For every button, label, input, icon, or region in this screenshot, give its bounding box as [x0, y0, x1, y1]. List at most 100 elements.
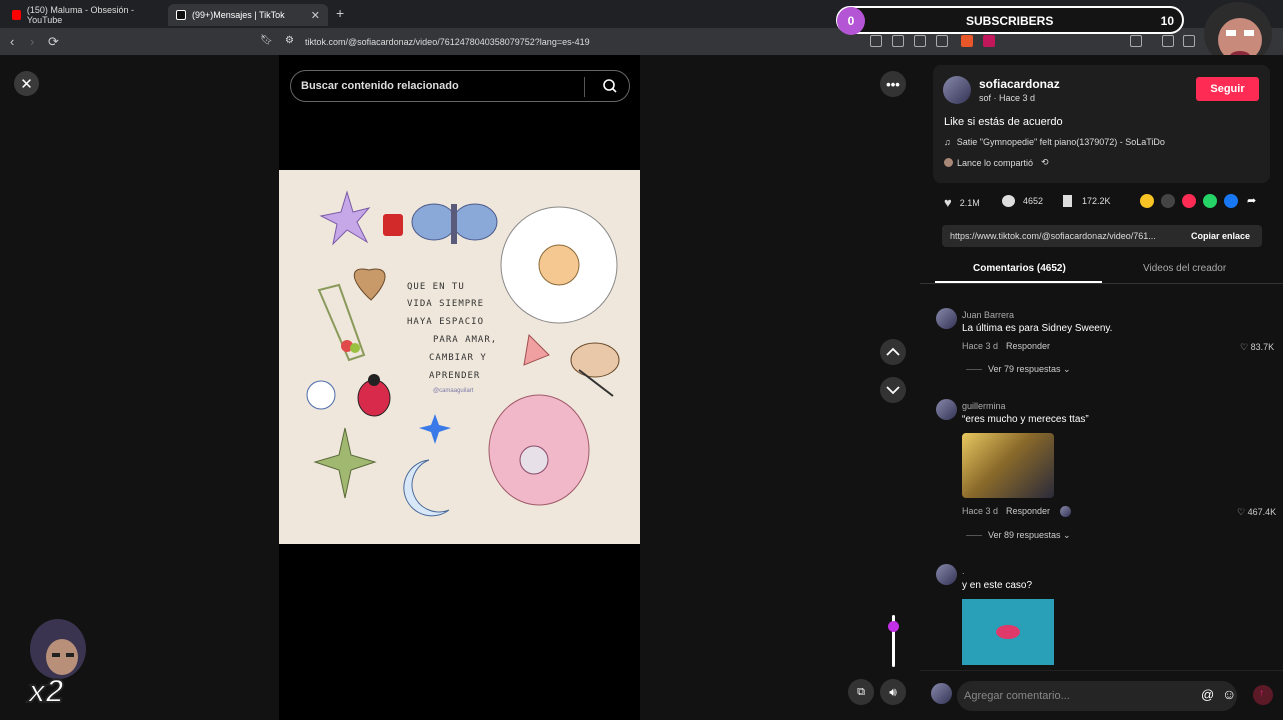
emoji-icon[interactable]: ☺ — [1222, 686, 1236, 702]
picture-in-picture-button[interactable]: ⧉ — [848, 679, 874, 705]
commenter-name[interactable]: . — [962, 566, 965, 576]
streamer-avatar-overlay: x2 — [22, 615, 92, 710]
copy-link-button[interactable]: Copiar enlace — [1191, 231, 1250, 241]
video-player[interactable]: Buscar contenido relacionado QUE EN TU V… — [279, 55, 640, 720]
language-icon[interactable] — [892, 35, 904, 47]
site-info-icon[interactable]: ⚙︎ — [285, 35, 294, 46]
commenter-avatar[interactable] — [936, 399, 957, 420]
repost-icon: ⟲ — [1041, 157, 1049, 167]
whatsapp-icon[interactable] — [1203, 194, 1217, 208]
volume-slider-knob[interactable] — [888, 621, 899, 632]
comment-stat[interactable]: 4652 — [1002, 195, 1043, 207]
share-link[interactable]: https://www.tiktok.com/@sofiacardonaz/vi… — [950, 231, 1156, 241]
follow-button[interactable]: Seguir — [1196, 77, 1259, 101]
comment-image[interactable] — [962, 433, 1054, 498]
music-title: Satie "Gymnopedie" felt piano(1379072) -… — [956, 137, 1165, 147]
sidebar-icon[interactable] — [1130, 35, 1142, 47]
address-bar[interactable]: 🔖︎ ⚙︎ tiktok.com/@sofiacardonaz/video/76… — [255, 32, 1175, 51]
comment-time: Hace 3 d — [962, 506, 999, 516]
video-frame-illustration: QUE EN TU VIDA SIEMPRE HAYA ESPACIO PARA… — [279, 170, 640, 544]
creator-avatar[interactable] — [943, 76, 971, 104]
replies-divider — [966, 369, 982, 370]
commenter-avatar[interactable] — [936, 564, 957, 585]
comments-panel: sofiacardonaz sof · Hace 3 d Seguir Like… — [920, 55, 1283, 720]
media-icon[interactable] — [1162, 35, 1174, 47]
commenter-name[interactable]: Juan Barrera — [962, 310, 1014, 320]
volume-button[interactable]: 🔊︎ — [880, 679, 906, 705]
comment-like[interactable]: ♡ 83.7K — [1240, 342, 1274, 353]
comment-input-bar: Agregar comentario... @ ☺ ↑ — [920, 670, 1283, 720]
panel-icon[interactable] — [1183, 35, 1195, 47]
art-line-5: CAMBIAR Y — [429, 353, 487, 363]
palette-icon — [570, 342, 620, 378]
reload-icon[interactable]: ⟳ — [48, 34, 59, 50]
related-search-input[interactable]: Buscar contenido relacionado — [290, 70, 630, 102]
tab-tiktok[interactable]: (99+)Mensajes | TikTok ✕ — [168, 4, 328, 26]
forward-icon[interactable]: › — [30, 34, 34, 49]
subscribers-current: 0 — [837, 7, 865, 35]
tab-youtube[interactable]: (150) Maluma - Obsesión - YouTube — [4, 4, 164, 26]
previous-video-button[interactable] — [880, 339, 906, 365]
brave-shield-icon[interactable] — [961, 35, 973, 47]
tab-title: (150) Maluma - Obsesión - YouTube — [26, 5, 134, 25]
small-flower-icon — [306, 380, 336, 410]
reply-button[interactable]: Responder — [1006, 506, 1050, 516]
coin-share-icon[interactable] — [1140, 194, 1154, 208]
close-button[interactable]: ✕ — [14, 71, 39, 96]
share-arrow-icon[interactable]: ➦ — [1247, 194, 1256, 207]
share-page-icon[interactable] — [936, 35, 948, 47]
send-to-friends-icon[interactable] — [1182, 194, 1196, 208]
multiplier-label: x2 — [27, 672, 65, 710]
embed-icon[interactable] — [1161, 194, 1175, 208]
new-tab-button[interactable]: + — [336, 5, 344, 21]
chevron-up-icon — [886, 347, 900, 356]
tab-comments[interactable]: Comentarios (4652) — [973, 263, 1066, 274]
user-avatar — [931, 683, 952, 704]
bookmark-icon[interactable]: 🔖︎ — [260, 35, 273, 46]
rewards-icon[interactable] — [983, 35, 995, 47]
creator-subline: sof · Hace 3 d — [979, 93, 1036, 103]
cast-icon[interactable] — [914, 35, 926, 47]
facebook-icon[interactable] — [1224, 194, 1238, 208]
view-replies-button[interactable]: Ver 89 respuestas ⌄ — [988, 530, 1071, 541]
tab-creator-videos[interactable]: Videos del creador — [1143, 263, 1226, 274]
daisy-flower — [500, 206, 618, 324]
volume-slider[interactable] — [888, 615, 899, 667]
commenter-name[interactable]: guillermina⁣⁣ — [962, 401, 1006, 411]
creator-liked-avatar — [1060, 506, 1071, 517]
back-icon[interactable]: ‹ — [10, 34, 14, 49]
ellipsis-icon: ••• — [886, 76, 900, 92]
close-tab-icon[interactable]: ✕ — [311, 9, 320, 22]
bookmark-icon — [1063, 195, 1072, 207]
save-stat[interactable]: 172.2K — [1063, 195, 1111, 207]
comment-image-badge — [996, 625, 1020, 639]
like-stat[interactable]: ♥ 2.1M — [944, 195, 980, 210]
art-line-4: PARA AMAR, — [433, 335, 498, 345]
comment-input[interactable]: Agregar comentario... — [957, 681, 1237, 711]
translate-icon[interactable] — [870, 35, 882, 47]
art-line-6: APRENDER — [429, 371, 481, 381]
next-video-button[interactable] — [880, 377, 906, 403]
art-line-3: HAYA ESPACIO — [407, 317, 485, 327]
comment-like[interactable]: ♡ 467.4K — [1237, 507, 1276, 518]
reply-button[interactable]: Responder — [1006, 341, 1050, 351]
music-row[interactable]: ♫ Satie "Gymnopedie" felt piano(1379072)… — [944, 137, 1165, 147]
subscribers-label: SUBSCRIBERS — [966, 14, 1054, 28]
heart-outline-icon: ♡ — [1237, 507, 1248, 517]
heart-icon — [353, 268, 386, 301]
post-comment-button[interactable]: ↑ — [1253, 685, 1273, 705]
mention-icon[interactable]: @ — [1201, 687, 1214, 702]
art-line-1: QUE EN TU — [407, 282, 465, 292]
moon-icon — [403, 459, 450, 517]
comment-image[interactable] — [962, 599, 1054, 665]
view-replies-button[interactable]: Ver 79 respuestas ⌄ — [988, 364, 1071, 375]
commenter-avatar[interactable] — [936, 308, 957, 329]
arrow-up-icon: ↑ — [1259, 688, 1264, 699]
creator-username[interactable]: sofiacardonaz — [979, 77, 1060, 91]
subscribers-goal-widget: 0 SUBSCRIBERS 10 — [836, 6, 1184, 35]
shared-by-row: Lance lo compartió ⟲ — [944, 157, 1049, 168]
search-icon[interactable] — [601, 77, 619, 95]
heart-icon: ♥ — [944, 195, 952, 210]
more-options-button[interactable]: ••• — [880, 71, 906, 97]
post-info-card: sofiacardonaz sof · Hace 3 d Seguir Like… — [933, 65, 1270, 183]
